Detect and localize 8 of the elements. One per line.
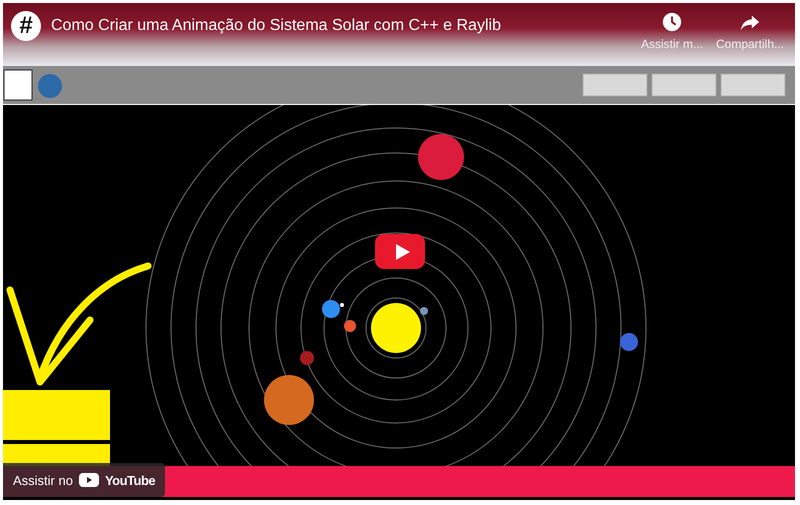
clock-icon bbox=[661, 11, 683, 33]
watch-on-youtube-button[interactable]: Assistir no YouTube bbox=[3, 463, 166, 497]
video-title[interactable]: Como Criar uma Animação do Sistema Solar com C++ e Raylib bbox=[51, 17, 627, 35]
play-icon bbox=[393, 242, 411, 260]
video-player[interactable]: # Como Criar uma Animação do Sistema Solar com C++ e Raylib Assistir m... Compartilh... Assistir no YouTube bbox=[3, 3, 795, 500]
play-logo-icon bbox=[78, 473, 99, 487]
play-button[interactable] bbox=[375, 234, 425, 269]
channel-avatar[interactable]: # bbox=[11, 11, 41, 41]
